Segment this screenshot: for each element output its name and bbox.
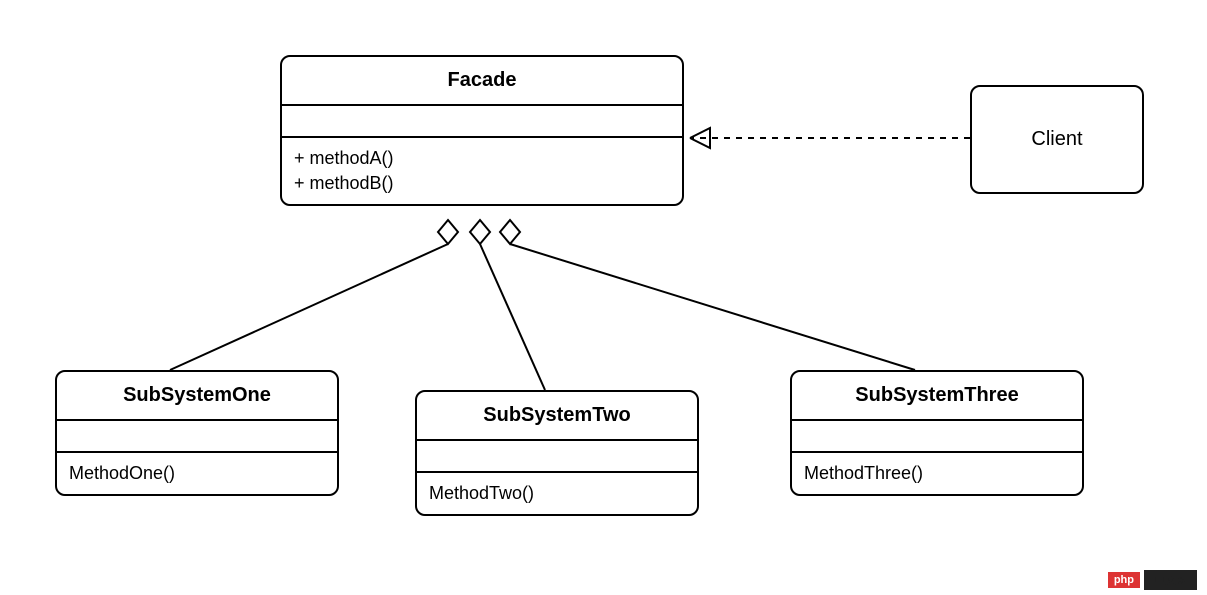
class-facade: Facade + methodA() + methodB() bbox=[280, 55, 684, 206]
aggregation-line-2 bbox=[480, 244, 545, 390]
aggregation-diamond-1 bbox=[438, 220, 458, 244]
class-client-title: Client bbox=[1031, 128, 1082, 151]
class-subsystem-three: SubSystemThree MethodThree() bbox=[790, 370, 1084, 496]
diagram-canvas: Facade + methodA() + methodB() Client Su… bbox=[0, 0, 1207, 595]
class-subsystem-one-methods: MethodOne() bbox=[57, 453, 337, 494]
class-subsystem-two-methods: MethodTwo() bbox=[417, 473, 697, 514]
watermark-badge: php bbox=[1108, 572, 1140, 588]
class-facade-attrs bbox=[282, 106, 682, 138]
class-client: Client bbox=[970, 85, 1144, 194]
class-facade-methods: + methodA() + methodB() bbox=[282, 138, 682, 204]
method-item: MethodThree() bbox=[804, 461, 1070, 486]
method-item: MethodOne() bbox=[69, 461, 325, 486]
class-subsystem-two: SubSystemTwo MethodTwo() bbox=[415, 390, 699, 516]
class-subsystem-two-attrs bbox=[417, 441, 697, 473]
method-item: + methodA() bbox=[294, 146, 670, 171]
class-subsystem-three-methods: MethodThree() bbox=[792, 453, 1082, 494]
watermark: php 中文网 bbox=[1108, 570, 1197, 590]
aggregation-diamond-2 bbox=[470, 220, 490, 244]
aggregation-line-1 bbox=[170, 244, 448, 370]
class-subsystem-two-title: SubSystemTwo bbox=[417, 392, 697, 441]
class-facade-title: Facade bbox=[282, 57, 682, 106]
method-item: + methodB() bbox=[294, 171, 670, 196]
class-subsystem-one-title: SubSystemOne bbox=[57, 372, 337, 421]
class-subsystem-one-attrs bbox=[57, 421, 337, 453]
watermark-text: 中文网 bbox=[1144, 570, 1197, 590]
class-subsystem-one: SubSystemOne MethodOne() bbox=[55, 370, 339, 496]
class-subsystem-three-attrs bbox=[792, 421, 1082, 453]
aggregation-diamond-3 bbox=[500, 220, 520, 244]
method-item: MethodTwo() bbox=[429, 481, 685, 506]
class-subsystem-three-title: SubSystemThree bbox=[792, 372, 1082, 421]
aggregation-line-3 bbox=[510, 244, 915, 370]
dependency-arrowhead bbox=[690, 128, 710, 148]
